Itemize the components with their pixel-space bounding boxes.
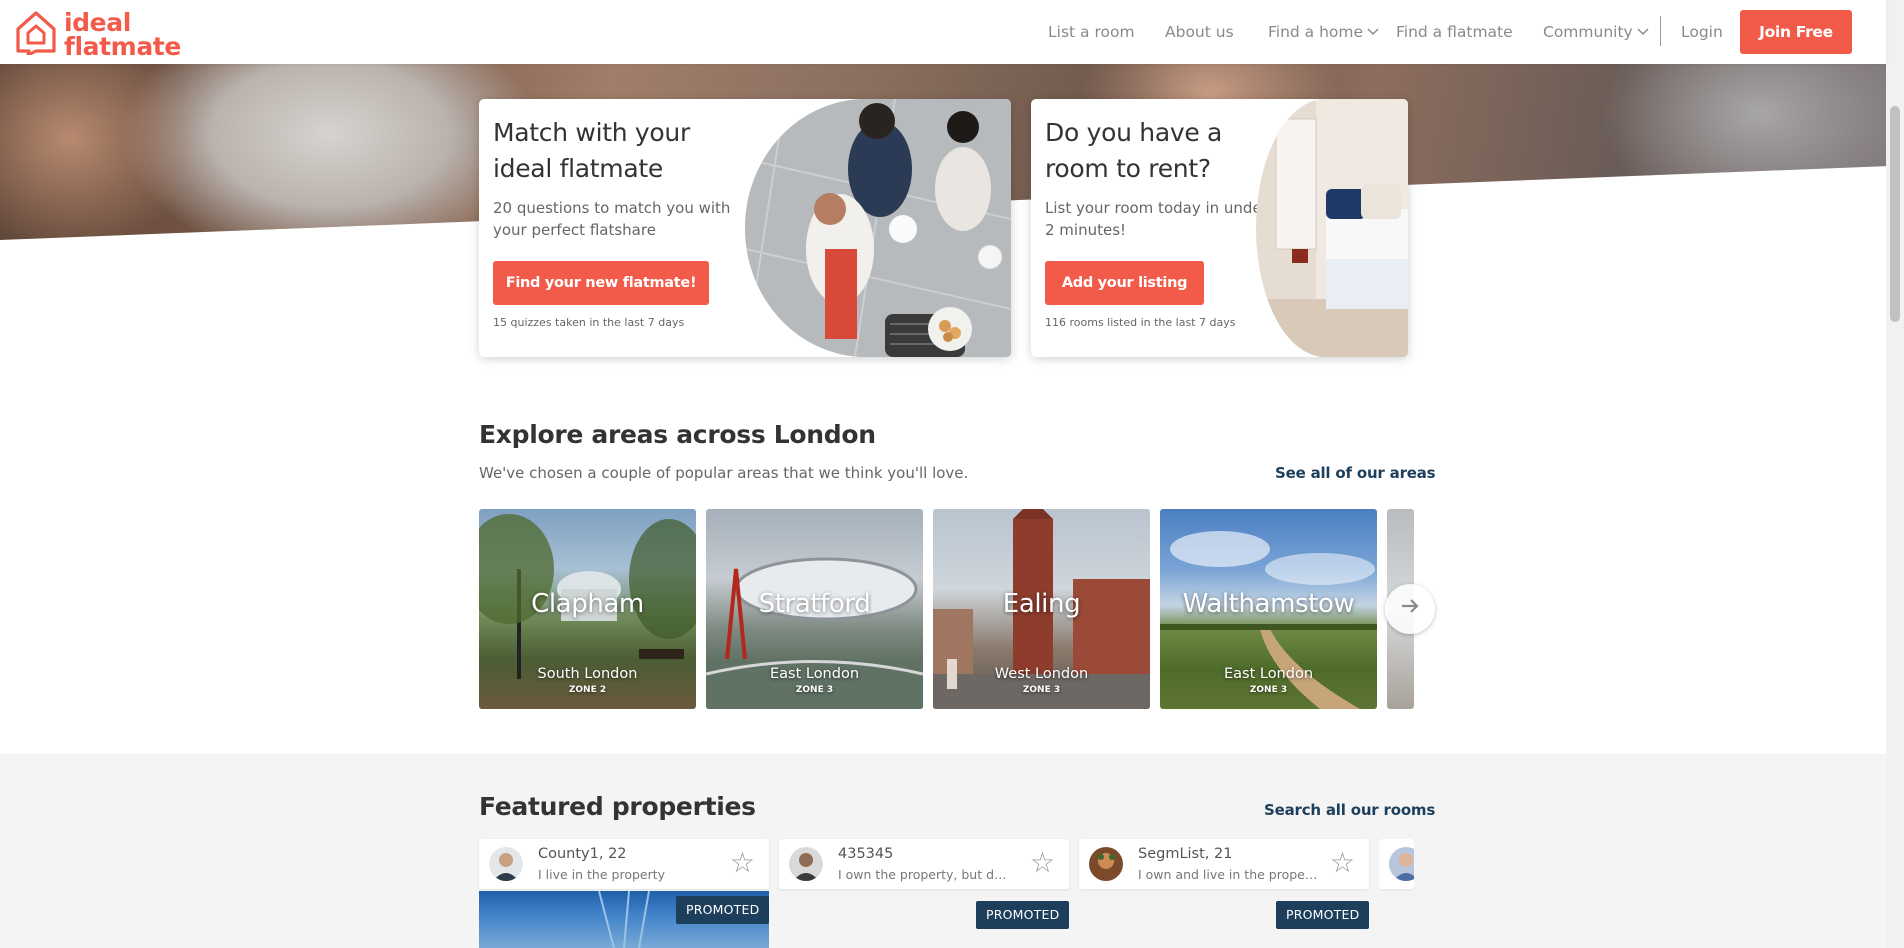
room-card-desc-line2: 2 minutes! [1045,221,1127,239]
area-name: Stratford [758,589,871,619]
area-card-clapham[interactable]: Clapham South London ZONE 2 [479,509,696,709]
area-name: Walthamstow [1182,589,1355,619]
property-card-partial[interactable] [1379,839,1414,948]
nav-community-label: Community [1543,23,1633,41]
see-all-areas-link[interactable]: See all of our areas [1275,464,1436,482]
nav-find-a-home-label: Find a home [1268,23,1364,41]
property-owner-name: SegmList, 21 [1138,846,1233,862]
site-logo[interactable]: ideal flatmate [14,9,181,59]
property-card-1[interactable]: County1, 22 I live in the property ☆ PRO… [479,839,770,948]
property-card-3[interactable]: SegmList, 21 I own and live in the prope… [1079,839,1370,948]
join-free-button[interactable]: Join Free [1740,10,1852,54]
area-zone: ZONE 3 [795,685,834,695]
area-zone: ZONE 2 [568,685,607,695]
nav-about-us[interactable]: About us [1165,23,1234,41]
match-card-title: Match with your ideal flatmate [493,115,730,187]
match-card-title-line2: ideal flatmate [493,154,663,183]
room-card-title: Do you have a room to rent? [1045,115,1268,187]
site-header: ideal flatmate List a room About us Find… [0,0,1886,64]
scrollbar-thumb[interactable] [1890,106,1900,322]
bbq-party-photo [745,99,1011,357]
area-region: East London [769,666,860,682]
match-card-description: 20 questions to match you with your perf… [493,197,730,241]
property-owner-name: 435345 [838,846,894,862]
logo-text-flatmate: flatmate [64,32,181,61]
room-card-desc-line1: List your room today in under [1045,199,1268,217]
promoted-badge: PROMOTED [976,901,1070,929]
chevron-down-icon [1636,23,1650,41]
property-owner-name: County1, 22 [538,846,627,862]
match-card-desc-line1: 20 questions to match you with [493,199,731,217]
property-card-header: 435345 I own the property, but don't liv… [779,839,1069,889]
nav-divider [1660,16,1661,46]
match-card-desc-line2: your perfect flatshare [493,221,656,239]
room-card-title-line1: Do you have a [1045,118,1223,147]
nav-find-a-home[interactable]: Find a home [1268,23,1380,41]
find-new-flatmate-button[interactable]: Find your new flatmate! [493,261,709,305]
area-region: South London [537,666,638,682]
property-card-header [1379,839,1414,889]
star-icon[interactable]: ☆ [1030,848,1055,878]
area-name: Ealing [1002,589,1081,619]
room-card-description: List your room today in under 2 minutes! [1045,197,1268,241]
house-logo-icon [14,9,58,59]
area-region: West London [994,666,1089,682]
area-card-stratford[interactable]: Stratford East London ZONE 3 [706,509,923,709]
nav-community[interactable]: Community [1543,23,1650,41]
add-listing-button[interactable]: Add your listing [1045,261,1204,305]
property-card-header: County1, 22 I live in the property ☆ [479,839,769,889]
bedroom-photo [1256,99,1408,357]
match-flatmate-card: Match with your ideal flatmate 20 questi… [479,99,1011,357]
area-name: Clapham [531,589,644,619]
promoted-badge: PROMOTED [1276,901,1370,929]
carousel-next-button[interactable] [1385,584,1435,634]
area-card-ealing[interactable]: Ealing West London ZONE 3 [933,509,1150,709]
area-zone: ZONE 3 [1249,685,1288,695]
property-owner-detail: I live in the property [538,867,666,882]
avatar [1089,847,1123,881]
property-owner-detail: I own and live in the property [1138,867,1318,882]
nav-find-a-flatmate[interactable]: Find a flatmate [1396,23,1513,41]
featured-properties-title: Featured properties [479,792,756,821]
promoted-badge: PROMOTED [676,896,770,924]
nav-login[interactable]: Login [1681,23,1723,41]
explore-areas-title: Explore areas across London [479,420,876,449]
property-card-header: SegmList, 21 I own and live in the prope… [1079,839,1369,889]
rooms-listed-note: 116 rooms listed in the last 7 days [1045,316,1236,329]
nav-list-a-room[interactable]: List a room [1048,23,1135,41]
arrow-right-icon [1400,596,1420,622]
area-zone: ZONE 3 [1022,685,1061,695]
property-owner-detail: I own the property, but don't live there [838,867,1010,882]
star-icon[interactable]: ☆ [1330,848,1355,878]
area-region: East London [1223,666,1314,682]
explore-areas-subtitle: We've chosen a couple of popular areas t… [479,464,969,482]
room-card-title-line2: room to rent? [1045,154,1211,183]
avatar [789,847,823,881]
match-card-title-line1: Match with your [493,118,690,147]
avatar [489,847,523,881]
room-to-rent-card: Do you have a room to rent? List your ro… [1031,99,1408,357]
area-card-walthamstow[interactable]: Walthamstow East London ZONE 3 [1160,509,1377,709]
quizzes-taken-note: 15 quizzes taken in the last 7 days [493,316,685,329]
star-icon[interactable]: ☆ [730,848,755,878]
property-card-2[interactable]: 435345 I own the property, but don't liv… [779,839,1070,948]
avatar [1389,847,1414,881]
page-scrollbar[interactable] [1886,0,1904,948]
search-all-rooms-link[interactable]: Search all our rooms [1264,801,1435,819]
chevron-down-icon [1366,23,1380,41]
